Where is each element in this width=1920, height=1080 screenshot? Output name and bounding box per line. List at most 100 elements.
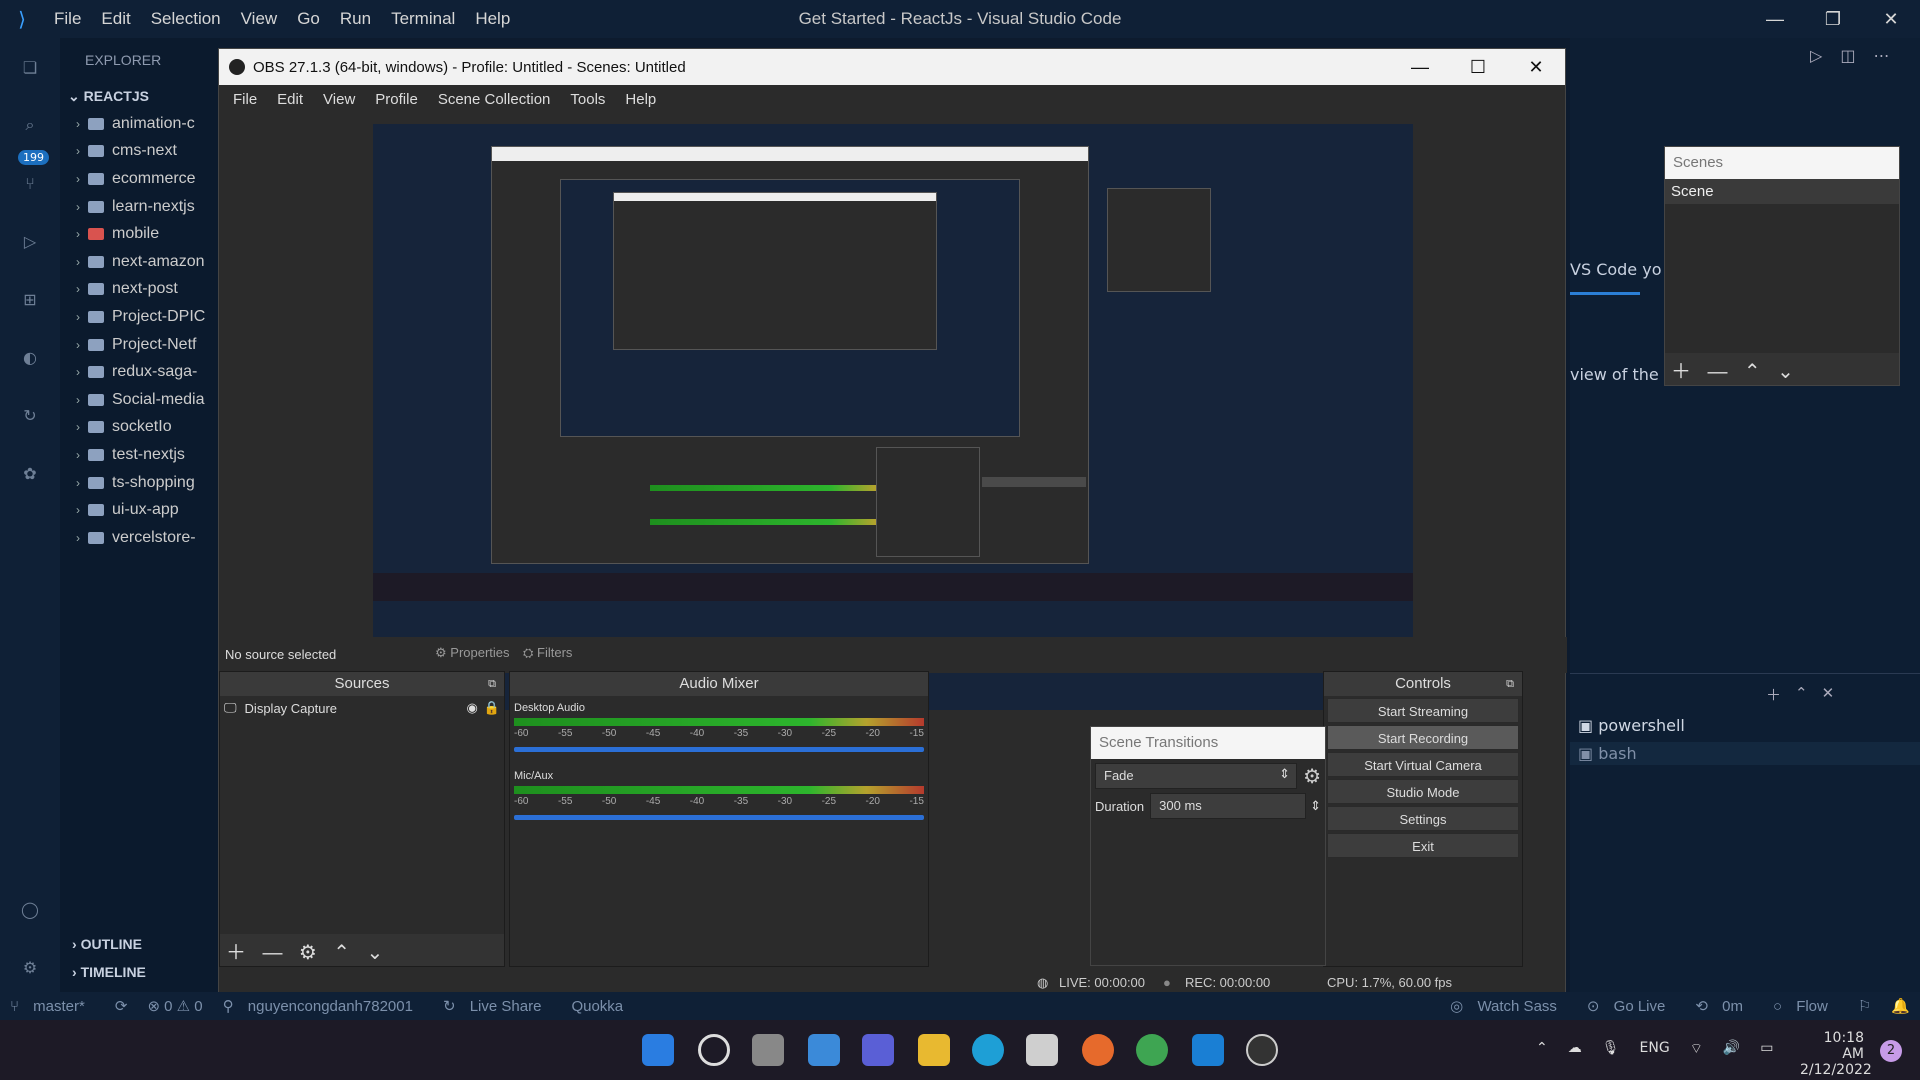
user-status[interactable]: ⚲ nguyencongdanh782001 bbox=[223, 997, 423, 1015]
flow-status[interactable]: ○ Flow bbox=[1773, 998, 1838, 1015]
folder-item[interactable]: › redux-saga- bbox=[60, 358, 220, 386]
folder-item[interactable]: › socketIo bbox=[60, 414, 220, 442]
eye-icon[interactable]: ◉ bbox=[466, 700, 477, 716]
bell-icon[interactable]: 🔔 bbox=[1891, 997, 1910, 1015]
extensions-icon[interactable]: ⊞ bbox=[0, 270, 60, 328]
live-share-status[interactable]: ↻ Live Share bbox=[443, 997, 551, 1015]
maximize-icon[interactable]: ☐ bbox=[1449, 57, 1507, 78]
timeline-section[interactable]: › TIMELINE bbox=[60, 964, 146, 980]
folder-item[interactable]: › next-amazon bbox=[60, 248, 220, 276]
properties-button[interactable]: ⚙ Properties bbox=[429, 643, 516, 663]
folder-item[interactable]: › mobile bbox=[60, 220, 220, 248]
search-icon[interactable]: ⌕ bbox=[0, 96, 60, 154]
minimize-icon[interactable]: — bbox=[1391, 57, 1449, 78]
folder-item[interactable]: › next-post bbox=[60, 276, 220, 304]
paw-icon[interactable]: ✿ bbox=[0, 444, 60, 502]
gear-icon[interactable]: ⚙ bbox=[299, 940, 317, 965]
files-icon[interactable]: ❏ bbox=[0, 38, 60, 96]
restore-icon[interactable]: ❐ bbox=[1804, 0, 1862, 38]
folder-item[interactable]: › Project-DPIC bbox=[60, 303, 220, 331]
chevron-down-icon[interactable]: ⌄ bbox=[367, 940, 384, 965]
live-share-icon[interactable]: ↻ bbox=[0, 386, 60, 444]
chrome-icon[interactable] bbox=[1136, 1034, 1168, 1066]
folder-item[interactable]: › vercelstore- bbox=[60, 524, 220, 552]
menu-run[interactable]: Run bbox=[330, 9, 381, 29]
wifi-icon[interactable]: ⌔ bbox=[1690, 1040, 1703, 1058]
start-recording-button[interactable]: Start Recording bbox=[1327, 725, 1519, 750]
more-icon[interactable]: ⋯ bbox=[1873, 46, 1889, 65]
filters-button[interactable]: ⛭ Filters bbox=[517, 643, 578, 663]
close-icon[interactable]: ✕ bbox=[1862, 0, 1920, 38]
menu-help[interactable]: Help bbox=[465, 9, 520, 29]
windows-start-icon[interactable] bbox=[642, 1034, 674, 1066]
chevron-up-icon[interactable]: ⌃ bbox=[333, 940, 350, 965]
undock-icon[interactable]: ⧉ bbox=[1506, 672, 1514, 696]
start-virtual-camera-button[interactable]: Start Virtual Camera bbox=[1327, 752, 1519, 777]
obs-preview[interactable] bbox=[373, 124, 1413, 710]
volume-icon[interactable]: 🔊 bbox=[1723, 1040, 1740, 1058]
gear-icon[interactable]: ⚙ bbox=[0, 938, 60, 996]
gear-icon[interactable]: ⚙ bbox=[1303, 764, 1321, 789]
new-terminal-icon[interactable]: ＋ bbox=[1766, 684, 1781, 705]
folder-item[interactable]: › ts-shopping bbox=[60, 469, 220, 497]
edge-icon[interactable] bbox=[972, 1034, 1004, 1066]
outline-section[interactable]: › OUTLINE bbox=[60, 936, 142, 952]
cloud-icon[interactable]: ☁ bbox=[1568, 1040, 1582, 1058]
obs-menu-tools[interactable]: Tools bbox=[560, 91, 615, 108]
search-icon[interactable] bbox=[698, 1034, 730, 1066]
terminal-item[interactable]: ▣ powershell bbox=[1578, 716, 1908, 735]
obs-menu-profile[interactable]: Profile bbox=[365, 91, 428, 108]
firefox-icon[interactable] bbox=[1082, 1034, 1114, 1066]
vscode-icon[interactable] bbox=[1192, 1034, 1224, 1066]
obs-menu-scene-collection[interactable]: Scene Collection bbox=[428, 91, 561, 108]
timer-status[interactable]: ⟲ 0m bbox=[1695, 997, 1753, 1015]
exit-button[interactable]: Exit bbox=[1327, 833, 1519, 858]
maximize-panel-icon[interactable]: ⌃ bbox=[1795, 684, 1808, 705]
remove-icon[interactable]: — bbox=[262, 942, 282, 965]
notification-badge[interactable]: 2 bbox=[1880, 1040, 1902, 1062]
menu-terminal[interactable]: Terminal bbox=[381, 9, 465, 29]
duration-input[interactable]: 300 ms bbox=[1150, 793, 1307, 819]
clock[interactable]: 10:18 AM 2/12/2022 bbox=[1800, 1030, 1872, 1078]
close-icon[interactable]: ✕ bbox=[1507, 57, 1565, 78]
store-icon[interactable] bbox=[1026, 1034, 1058, 1066]
menu-go[interactable]: Go bbox=[287, 9, 330, 29]
run-debug-icon[interactable]: ▷ bbox=[0, 212, 60, 270]
minimize-icon[interactable]: — bbox=[1746, 0, 1804, 38]
widgets-icon[interactable] bbox=[808, 1034, 840, 1066]
task-view-icon[interactable] bbox=[752, 1034, 784, 1066]
account-icon[interactable]: ◯ bbox=[0, 880, 60, 938]
menu-edit[interactable]: Edit bbox=[91, 9, 140, 29]
chevron-down-icon[interactable]: ⌄ bbox=[1777, 359, 1794, 384]
add-icon[interactable]: ＋ bbox=[1671, 355, 1691, 384]
folder-item[interactable]: › ecommerce bbox=[60, 165, 220, 193]
mic-volume-slider[interactable] bbox=[514, 815, 924, 820]
obs-menu-edit[interactable]: Edit bbox=[267, 91, 313, 108]
folder-item[interactable]: › animation-c bbox=[60, 110, 220, 138]
folder-item[interactable]: › Project-Netf bbox=[60, 331, 220, 359]
battery-icon[interactable]: ▭ bbox=[1760, 1040, 1773, 1058]
menu-file[interactable]: File bbox=[44, 9, 91, 29]
remove-icon[interactable]: — bbox=[1707, 361, 1727, 384]
scene-item[interactable]: Scene bbox=[1665, 179, 1899, 204]
undock-icon[interactable]: ⧉ bbox=[488, 672, 496, 696]
mic-icon[interactable]: 🎙 bbox=[1602, 1040, 1620, 1058]
file-explorer-icon[interactable] bbox=[918, 1034, 950, 1066]
close-panel-icon[interactable]: ✕ bbox=[1822, 684, 1835, 705]
transition-select[interactable]: Fade ⇕ bbox=[1095, 763, 1298, 789]
menu-selection[interactable]: Selection bbox=[141, 9, 231, 29]
start-streaming-button[interactable]: Start Streaming bbox=[1327, 698, 1519, 723]
menu-view[interactable]: View bbox=[231, 9, 288, 29]
lock-icon[interactable]: 🔒 bbox=[484, 700, 500, 716]
folder-item[interactable]: › learn-nextjs bbox=[60, 193, 220, 221]
obs-icon[interactable] bbox=[1246, 1034, 1278, 1066]
quokka-status[interactable]: Quokka bbox=[571, 998, 623, 1015]
studio-mode-button[interactable]: Studio Mode bbox=[1327, 779, 1519, 804]
settings-button[interactable]: Settings bbox=[1327, 806, 1519, 831]
obs-menu-help[interactable]: Help bbox=[615, 91, 666, 108]
chevron-up-icon[interactable]: ⌃ bbox=[1536, 1040, 1548, 1058]
source-row[interactable]: 🖵 Display Capture ◉ 🔒 bbox=[220, 696, 504, 720]
folder-item[interactable]: › test-nextjs bbox=[60, 441, 220, 469]
obs-menu-view[interactable]: View bbox=[313, 91, 365, 108]
sync-icon[interactable]: ⟳ bbox=[115, 997, 128, 1015]
